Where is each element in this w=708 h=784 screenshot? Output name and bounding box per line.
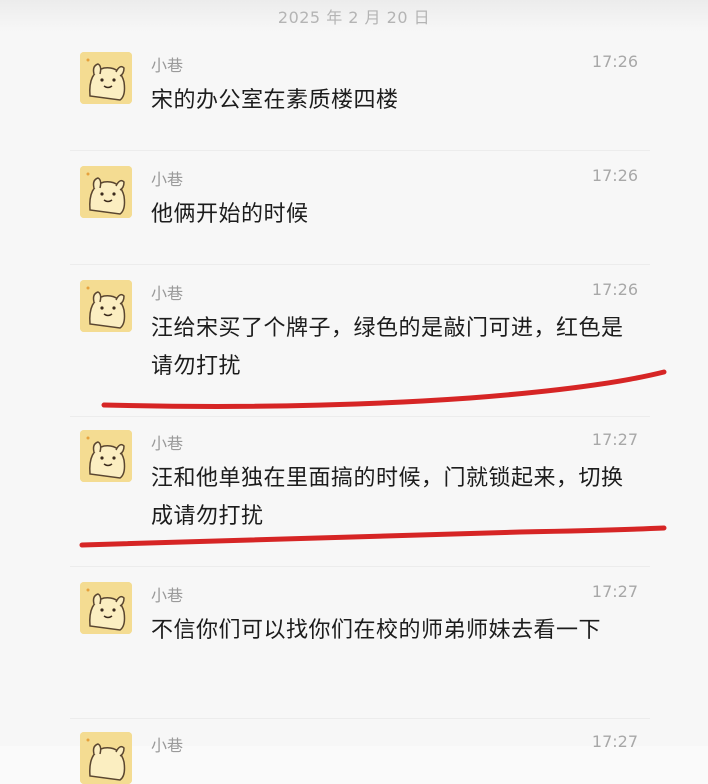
chat-history-page: 2025 年 2 月 20 日 小巷 17:26 宋的办公室在素质楼四楼 小巷 … (0, 0, 708, 784)
red-underline-2 (79, 525, 667, 548)
red-annotation-overlay (79, 369, 667, 548)
red-underline-1 (101, 369, 667, 409)
